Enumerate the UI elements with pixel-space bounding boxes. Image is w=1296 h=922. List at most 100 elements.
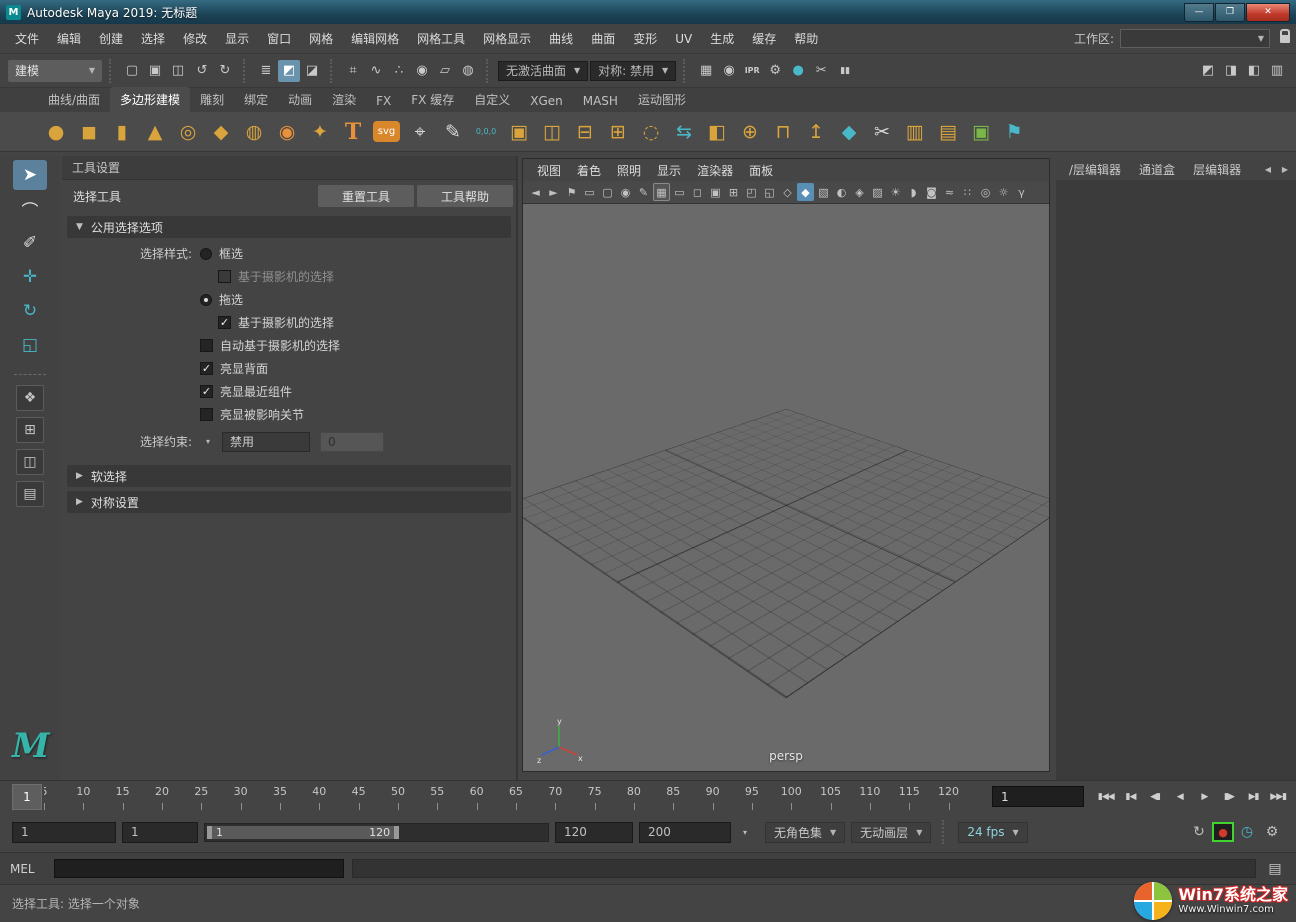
poly-torus-icon[interactable]: ◎ bbox=[172, 116, 204, 148]
textured-mode-icon[interactable]: ▧ bbox=[815, 183, 832, 201]
shelf-tab[interactable]: 自定义 bbox=[464, 87, 520, 112]
menu-item[interactable]: UV bbox=[666, 24, 701, 53]
viewport-menu-item[interactable]: 面板 bbox=[741, 162, 781, 179]
multisample-icon[interactable]: ∷ bbox=[959, 183, 976, 201]
snap-to-curves-icon[interactable]: ∿ bbox=[365, 60, 387, 82]
bevel-icon[interactable]: ◆ bbox=[833, 116, 865, 148]
multi-cut-icon[interactable]: ✂ bbox=[866, 116, 898, 148]
reset-tool-button[interactable]: 重置工具 bbox=[318, 185, 414, 207]
go-to-end-button[interactable]: ▶▶▮ bbox=[1266, 785, 1290, 809]
redo-icon[interactable]: ↻ bbox=[214, 60, 236, 82]
auto-keyframe-icon[interactable]: ● bbox=[1212, 822, 1234, 842]
platonic-solid-icon[interactable]: ◉ bbox=[271, 116, 303, 148]
timeline-track[interactable]: 5101520253035404550556065707580859095100… bbox=[44, 781, 988, 813]
tab-channel-box-layer-editor[interactable]: /层编辑器 bbox=[1060, 161, 1130, 178]
use-default-material-icon[interactable]: ◐ bbox=[833, 183, 850, 201]
render-sequence-icon[interactable]: ✂ bbox=[810, 60, 832, 82]
target-weld-icon[interactable]: ⌖ bbox=[404, 116, 436, 148]
mirror-icon[interactable]: ◧ bbox=[701, 116, 733, 148]
snap-align-icon[interactable]: ✎ bbox=[437, 116, 469, 148]
character-set-select[interactable]: 无角色集 ▼ bbox=[765, 822, 845, 843]
gate-mask-icon[interactable]: ▣ bbox=[707, 183, 724, 201]
resolution-gate-icon[interactable]: ◻ bbox=[689, 183, 706, 201]
panel-tabs-next-icon[interactable]: ▶ bbox=[1278, 161, 1292, 177]
motion-blur-icon[interactable]: ≈ bbox=[941, 183, 958, 201]
menu-item[interactable]: 文件 bbox=[6, 24, 48, 53]
minimize-button[interactable]: — bbox=[1184, 3, 1214, 22]
current-time-field[interactable]: 1 bbox=[992, 786, 1084, 807]
poly-cylinder-icon[interactable]: ▮ bbox=[106, 116, 138, 148]
step-back-frame-button[interactable]: ◀▮ bbox=[1143, 785, 1167, 809]
paint-weights-icon[interactable]: ▣ bbox=[965, 116, 997, 148]
toggle-tool-settings-icon[interactable]: ◧ bbox=[1243, 60, 1265, 82]
menu-item[interactable]: 网格工具 bbox=[408, 24, 474, 53]
viewport-menu-item[interactable]: 视图 bbox=[529, 162, 569, 179]
camera-based-select-checkbox[interactable] bbox=[218, 270, 231, 283]
viewport-menu-item[interactable]: 显示 bbox=[649, 162, 689, 179]
poly-sphere-icon[interactable]: ● bbox=[40, 116, 72, 148]
svg-tool-icon[interactable]: svg bbox=[373, 121, 400, 142]
select-by-hierarchy-icon[interactable]: ≣ bbox=[255, 60, 277, 82]
menu-item[interactable]: 缓存 bbox=[743, 24, 785, 53]
outliner-pane-layout-icon[interactable]: ▤ bbox=[16, 481, 44, 507]
shaded-mode-icon[interactable]: ◆ bbox=[797, 183, 814, 201]
range-end-handle[interactable]: 120 bbox=[369, 826, 390, 839]
pause-icon[interactable]: ▮▮ bbox=[834, 60, 856, 82]
menu-item[interactable]: 网格显示 bbox=[474, 24, 540, 53]
toggle-attribute-editor-icon[interactable]: ◨ bbox=[1220, 60, 1242, 82]
shelf-tab[interactable]: 运动图形 bbox=[628, 87, 696, 112]
super-shape-icon[interactable]: ✦ bbox=[304, 116, 336, 148]
viewport-menu-item[interactable]: 照明 bbox=[609, 162, 649, 179]
toggle-modeling-toolkit-icon[interactable]: ◩ bbox=[1197, 60, 1219, 82]
render-settings-icon[interactable]: ⚙ bbox=[764, 60, 786, 82]
play-forwards-button[interactable]: ▶ bbox=[1193, 785, 1217, 809]
marquee-radio[interactable] bbox=[200, 248, 212, 260]
menu-item[interactable]: 帮助 bbox=[785, 24, 827, 53]
toggle-channel-box-icon[interactable]: ▥ bbox=[1266, 60, 1288, 82]
snap-to-view-planes-icon[interactable]: ▱ bbox=[434, 60, 456, 82]
lock-workspace-icon[interactable] bbox=[1280, 35, 1290, 43]
lock-camera-icon[interactable]: ◉ bbox=[617, 183, 634, 201]
snap-to-grids-icon[interactable]: ⌗ bbox=[342, 60, 364, 82]
mel-toggle-button[interactable]: MEL bbox=[10, 862, 46, 876]
render-view-icon[interactable]: ▦ bbox=[695, 60, 717, 82]
save-scene-icon[interactable]: ◫ bbox=[167, 60, 189, 82]
shelf-tab[interactable]: 曲线/曲面 bbox=[38, 87, 110, 112]
fps-select[interactable]: 24 fps ▼ bbox=[958, 822, 1027, 843]
command-result-field[interactable] bbox=[352, 859, 1256, 878]
menu-item[interactable]: 变形 bbox=[624, 24, 666, 53]
tool-help-button[interactable]: 工具帮助 bbox=[417, 185, 513, 207]
menu-item[interactable]: 显示 bbox=[216, 24, 258, 53]
animation-start-field[interactable]: 1 bbox=[12, 822, 116, 843]
wireframe-on-shaded-icon[interactable]: ◈ bbox=[851, 183, 868, 201]
exposure-icon[interactable]: ☼ bbox=[995, 183, 1012, 201]
select-tool-icon[interactable]: ➤ bbox=[13, 160, 47, 190]
merge-vertices-icon[interactable]: ⊕ bbox=[734, 116, 766, 148]
field-chart-icon[interactable]: ⊞ bbox=[725, 183, 742, 201]
animation-end-field[interactable]: 200 bbox=[639, 822, 731, 843]
shelf-tab[interactable]: 雕刻 bbox=[190, 87, 234, 112]
type-tool-icon[interactable]: T bbox=[337, 116, 369, 148]
soft-select-section-header[interactable]: ▶ 软选择 bbox=[67, 465, 511, 487]
symmetry-settings-section-header[interactable]: ▶ 对称设置 bbox=[67, 491, 511, 513]
auto-camera-based-checkbox[interactable] bbox=[200, 339, 213, 352]
menu-item[interactable]: 选择 bbox=[132, 24, 174, 53]
constraint-value-field[interactable]: 禁用 bbox=[222, 432, 310, 452]
shelf-tab[interactable]: FX bbox=[366, 90, 401, 112]
xray-mode-icon[interactable]: ▨ bbox=[869, 183, 886, 201]
poly-cone-icon[interactable]: ▲ bbox=[139, 116, 171, 148]
playback-start-field[interactable]: 1 bbox=[122, 822, 198, 843]
play-backwards-button[interactable]: ◀ bbox=[1168, 785, 1192, 809]
highlight-affected-joints-checkbox[interactable] bbox=[200, 408, 213, 421]
menu-item[interactable]: 网格 bbox=[300, 24, 342, 53]
image-plane-icon[interactable]: ▭ bbox=[581, 183, 598, 201]
shelf-tab[interactable]: 多边形建模 bbox=[110, 87, 190, 112]
workspace-select[interactable]: ▼ bbox=[1120, 29, 1270, 48]
select-by-component-icon[interactable]: ◪ bbox=[301, 60, 323, 82]
tool-settings-header[interactable]: 工具设置 bbox=[62, 156, 516, 180]
constraint-dropdown-icon[interactable]: ▾ bbox=[200, 434, 216, 450]
shelf-tab[interactable]: 动画 bbox=[278, 87, 322, 112]
ipr-render-icon[interactable]: IPR bbox=[741, 60, 763, 82]
menu-item[interactable]: 曲线 bbox=[540, 24, 582, 53]
camera-attributes-icon[interactable]: ✎ bbox=[635, 183, 652, 201]
